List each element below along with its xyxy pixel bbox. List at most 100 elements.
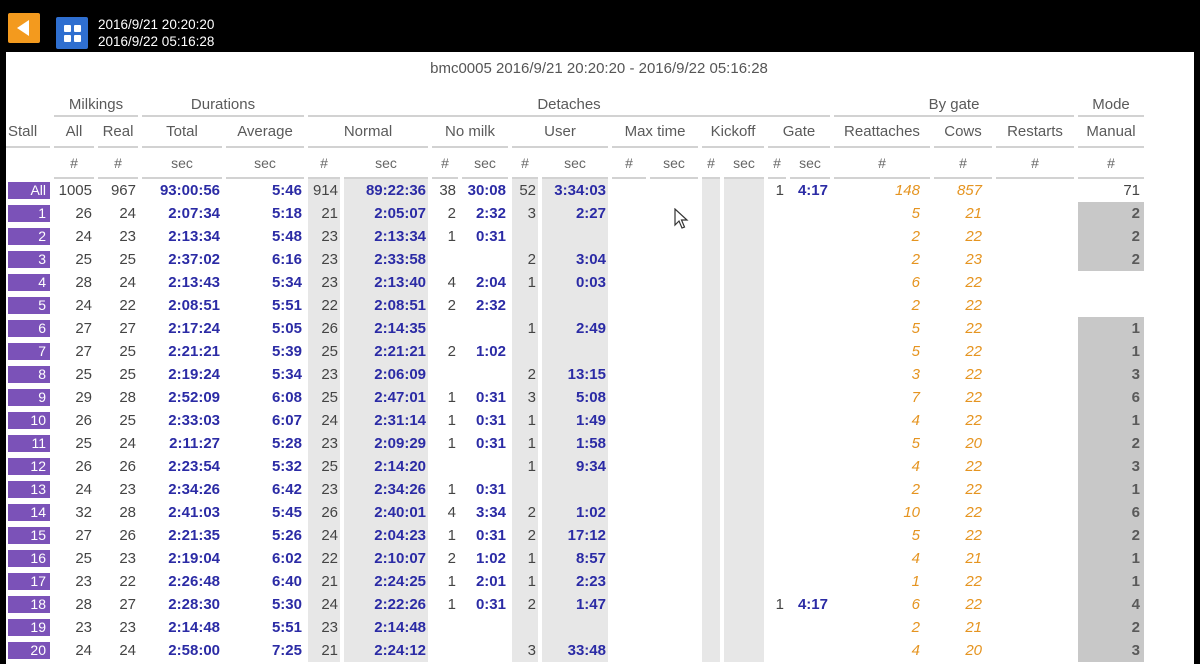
unit: # <box>612 148 646 179</box>
cell-user-n: 1 <box>512 271 538 294</box>
group-detaches: Detaches <box>308 84 830 117</box>
cell-user-n: 1 <box>512 455 538 478</box>
stall-button[interactable]: 17 <box>8 573 50 591</box>
stall-button[interactable]: 8 <box>8 366 50 384</box>
cell-total: 2:21:35 <box>168 527 220 544</box>
cell-total: 2:52:09 <box>168 389 220 406</box>
cell-normal-s: 2:22:26 <box>344 593 428 616</box>
cell-cows: 22 <box>965 297 982 314</box>
cell-normal-n: 21 <box>308 639 340 662</box>
cell-nomilk-s: 0:31 <box>475 389 506 406</box>
cell-empty <box>702 455 720 478</box>
cell-empty <box>612 363 646 386</box>
col-cows: Cows <box>934 117 992 148</box>
cell-empty <box>724 225 764 248</box>
cell-empty <box>702 478 720 501</box>
cell-nomilk-n: 1 <box>447 435 456 452</box>
cell-total: 2:08:51 <box>168 297 220 314</box>
cell-empty <box>612 386 646 409</box>
cell-nomilk-n <box>432 363 458 386</box>
stall-button[interactable]: 14 <box>8 504 50 522</box>
cell-gate-n <box>768 409 786 432</box>
cell-reattaches: 1 <box>911 573 920 590</box>
cell-normal-n: 22 <box>308 547 340 570</box>
cell-total: 2:37:02 <box>168 251 220 268</box>
cell-user-n: 52 <box>512 179 538 202</box>
cell-normal-n: 23 <box>308 271 340 294</box>
stall-button[interactable]: 1 <box>8 205 50 223</box>
cell-empty <box>724 616 764 639</box>
stall-button[interactable]: 11 <box>8 435 50 453</box>
cell-total: 2:33:03 <box>168 412 220 429</box>
cell-nomilk-s <box>462 616 508 639</box>
cell-user-n: 3 <box>512 639 538 662</box>
cell-avg: 5:45 <box>271 504 302 521</box>
cell-reattaches: 2 <box>911 251 920 268</box>
stall-button[interactable]: 19 <box>8 619 50 637</box>
cell-user-n: 2 <box>512 501 538 524</box>
group-by-gate: By gate <box>834 84 1074 117</box>
cell-empty <box>650 524 698 547</box>
cell-real: 27 <box>119 596 136 613</box>
table-row: 18 28 27 2:28:30 5:30 24 2:22:26 1 0:31 2 1:47 1 4:1… <box>6 593 1144 616</box>
cell-empty <box>996 432 1074 455</box>
cell-user-s: 8:57 <box>542 547 608 570</box>
cell-real: 22 <box>119 297 136 314</box>
cell-empty <box>702 432 720 455</box>
stall-button[interactable]: 16 <box>8 550 50 568</box>
stall-button[interactable]: 20 <box>8 642 50 660</box>
stall-button[interactable]: 7 <box>8 343 50 361</box>
cell-empty <box>702 202 720 225</box>
range-end: 2016/9/22 05:16:28 <box>98 34 215 49</box>
cell-avg: 5:48 <box>271 228 302 245</box>
cell-empty <box>650 294 698 317</box>
stall-button[interactable]: All <box>8 182 50 200</box>
grid-menu-button[interactable] <box>56 17 88 49</box>
cell-nomilk-s: 0:31 <box>475 596 506 613</box>
cell-user-s <box>542 225 608 248</box>
cell-empty <box>702 271 720 294</box>
cell-empty <box>612 248 646 271</box>
cell-empty <box>650 570 698 593</box>
cell-nomilk-n: 4 <box>447 504 456 521</box>
cell-empty <box>612 179 646 202</box>
cell-reattaches: 7 <box>911 389 920 406</box>
cell-user-n: 1 <box>512 317 538 340</box>
cell-gate-s <box>790 386 830 409</box>
stall-button[interactable]: 15 <box>8 527 50 545</box>
cell-reattaches: 4 <box>911 412 920 429</box>
stall-button[interactable]: 10 <box>8 412 50 430</box>
cell-cows: 22 <box>965 389 982 406</box>
cell-nomilk-n: 1 <box>447 228 456 245</box>
cell-normal-s: 2:10:07 <box>344 547 428 570</box>
cell-all: 27 <box>75 320 92 337</box>
stall-button[interactable]: 2 <box>8 228 50 246</box>
cell-empty <box>702 248 720 271</box>
stall-button[interactable]: 6 <box>8 320 50 338</box>
stall-button[interactable]: 5 <box>8 297 50 315</box>
cell-empty <box>702 225 720 248</box>
cell-user-n: 3 <box>512 202 538 225</box>
cell-user-s: 1:02 <box>542 501 608 524</box>
cell-cows: 22 <box>965 596 982 613</box>
back-button[interactable] <box>8 13 40 43</box>
cell-total: 2:34:26 <box>168 481 220 498</box>
cell-gate-s <box>790 478 830 501</box>
stall-button[interactable]: 4 <box>8 274 50 292</box>
stall-button[interactable]: 3 <box>8 251 50 269</box>
cell-empty <box>612 616 646 639</box>
cell-nomilk-n <box>432 639 458 662</box>
stall-button[interactable]: 13 <box>8 481 50 499</box>
cell-gate-n: 1 <box>775 182 784 199</box>
cell-empty <box>724 248 764 271</box>
cell-empty <box>702 409 720 432</box>
stall-button[interactable]: 18 <box>8 596 50 614</box>
stall-button[interactable]: 9 <box>8 389 50 407</box>
cell-empty <box>612 501 646 524</box>
cell-empty <box>650 616 698 639</box>
cell-empty <box>702 524 720 547</box>
cell-nomilk-s: 0:31 <box>475 435 506 452</box>
cell-gate-n <box>768 340 786 363</box>
col-manual: Manual <box>1078 117 1144 148</box>
stall-button[interactable]: 12 <box>8 458 50 476</box>
